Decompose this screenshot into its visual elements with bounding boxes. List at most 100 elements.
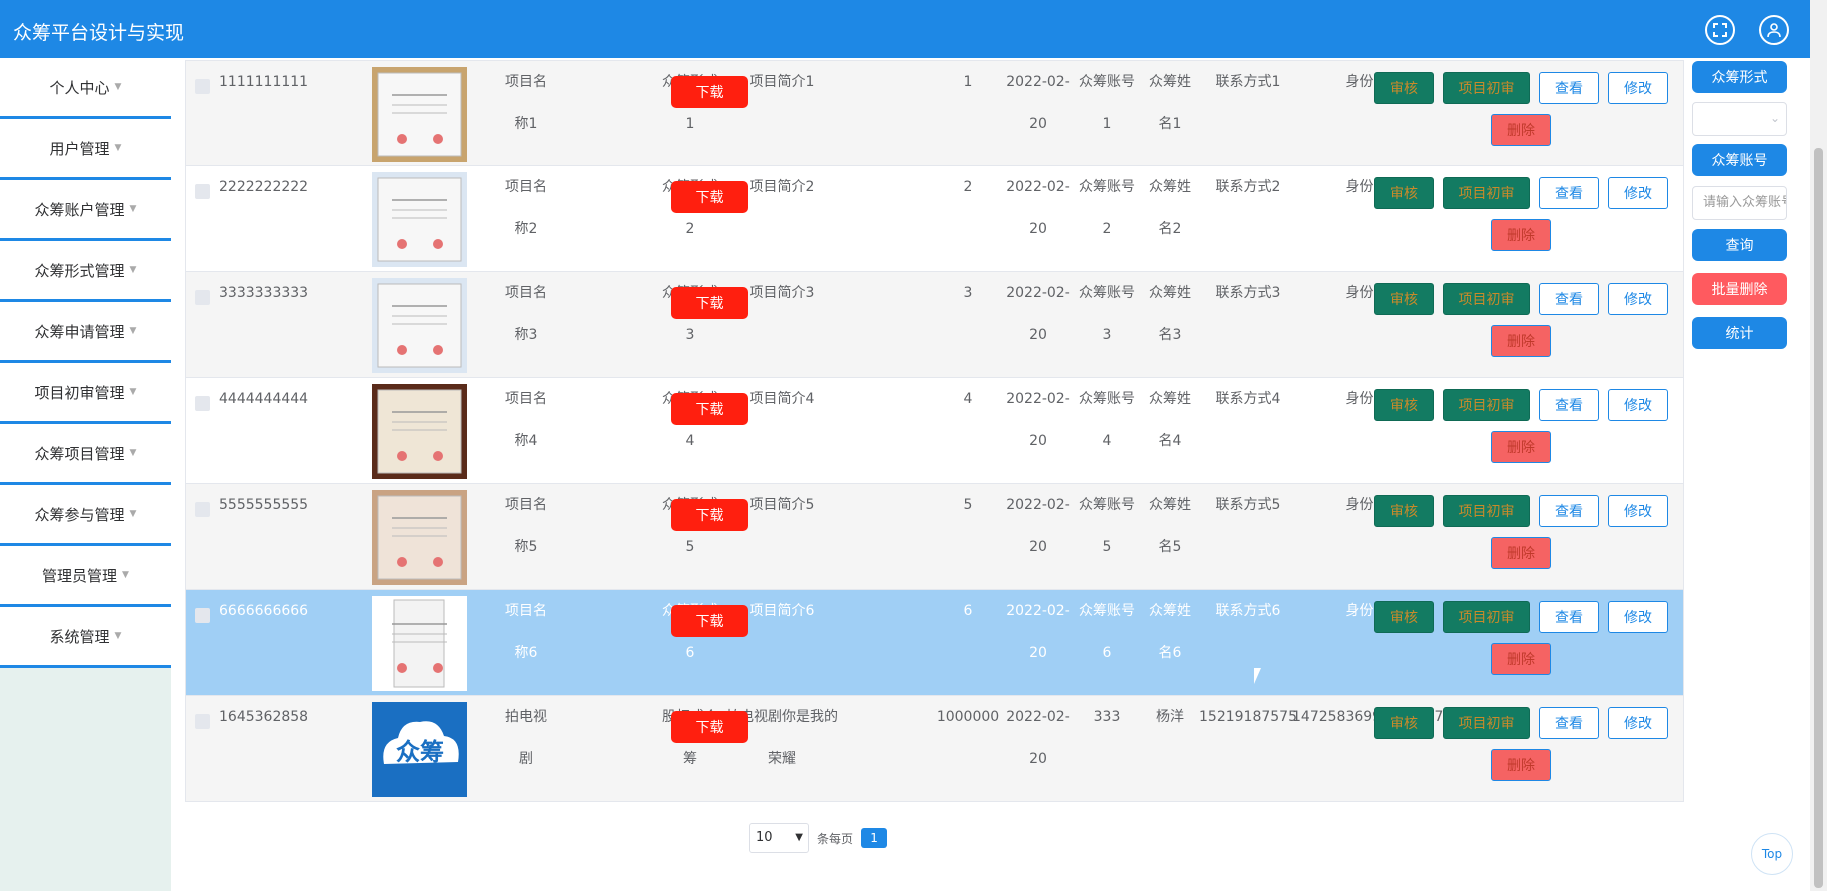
cell-name1: 项目名 [505, 179, 547, 195]
sidebar-item[interactable]: 管理员管理 ▼ [0, 546, 171, 607]
cell-acct1: 众筹账号 [1079, 285, 1135, 301]
table-row[interactable]: 4444444444项目名称4众筹形式4项目简介442022-02-20众筹账号… [185, 378, 1684, 484]
sidebar-item[interactable]: 系统管理 ▼ [0, 607, 171, 668]
page-number-current[interactable]: 1 [861, 828, 888, 848]
edit-button[interactable]: 修改 [1608, 72, 1668, 104]
sidebar-item[interactable]: 众筹项目管理 ▼ [0, 424, 171, 485]
view-button[interactable]: 查看 [1539, 601, 1599, 633]
initial-review-button[interactable]: 项目初审 [1443, 601, 1530, 633]
sidebar-item[interactable]: 众筹参与管理 ▼ [0, 485, 171, 546]
delete-button[interactable]: 删除 [1491, 643, 1551, 675]
sidebar-item[interactable]: 众筹申请管理 ▼ [0, 302, 171, 363]
cell-acct1: 众筹账号 [1079, 497, 1135, 513]
stats-button[interactable]: 统计 [1692, 317, 1787, 349]
audit-button[interactable]: 审核 [1374, 72, 1434, 104]
audit-button[interactable]: 审核 [1374, 283, 1434, 315]
cell-date1: 2022-02- [1006, 603, 1070, 619]
sidebar-item[interactable]: 个人中心 ▼ [0, 58, 171, 119]
delete-button[interactable]: 删除 [1491, 537, 1551, 569]
scrollbar-thumb[interactable] [1814, 148, 1823, 888]
download-button[interactable]: 下载 [671, 181, 748, 213]
certificate-image [372, 596, 467, 691]
row-checkbox[interactable] [195, 396, 210, 411]
edit-button[interactable]: 修改 [1608, 389, 1668, 421]
delete-button[interactable]: 删除 [1491, 219, 1551, 251]
view-button[interactable]: 查看 [1539, 495, 1599, 527]
query-button[interactable]: 查询 [1692, 229, 1787, 261]
form-filter-button[interactable]: 众筹形式 [1692, 61, 1787, 93]
cell-name2: 称3 [514, 327, 538, 343]
cell-acct2: 2 [1102, 221, 1112, 237]
cell-date2: 20 [1029, 116, 1047, 132]
sidebar-item[interactable]: 用户管理 ▼ [0, 119, 171, 180]
view-button[interactable]: 查看 [1539, 389, 1599, 421]
fullscreen-icon[interactable] [1705, 15, 1735, 45]
batch-delete-button[interactable]: 批量删除 [1692, 273, 1787, 305]
page-size-select[interactable]: 10 ▼ [749, 823, 809, 853]
user-icon[interactable] [1759, 15, 1789, 45]
edit-button[interactable]: 修改 [1608, 495, 1668, 527]
sidebar-item[interactable]: 众筹形式管理 ▼ [0, 241, 171, 302]
download-button[interactable]: 下载 [671, 499, 748, 531]
row-checkbox[interactable] [195, 502, 210, 517]
delete-button[interactable]: 删除 [1491, 749, 1551, 781]
sidebar-item[interactable]: 众筹账户管理 ▼ [0, 180, 171, 241]
audit-button[interactable]: 审核 [1374, 601, 1434, 633]
form-select[interactable]: ⌄ [1692, 102, 1787, 136]
download-button[interactable]: 下载 [671, 287, 748, 319]
table-row[interactable]: 3333333333项目名称3众筹形式3项目简介332022-02-20众筹账号… [185, 272, 1684, 378]
audit-button[interactable]: 审核 [1374, 495, 1434, 527]
edit-button[interactable]: 修改 [1608, 283, 1668, 315]
row-checkbox[interactable] [195, 714, 210, 729]
download-button[interactable]: 下载 [671, 76, 748, 108]
row-checkbox[interactable] [195, 184, 210, 199]
table-row[interactable]: 5555555555项目名称5众筹形式5项目简介552022-02-20众筹账号… [185, 484, 1684, 590]
cell-date1: 2022-02- [1006, 179, 1070, 195]
initial-review-button[interactable]: 项目初审 [1443, 389, 1530, 421]
initial-review-button[interactable]: 项目初审 [1443, 495, 1530, 527]
cell-name1: 项目名 [505, 497, 547, 513]
download-button[interactable]: 下载 [671, 393, 748, 425]
table-row[interactable]: 6666666666项目名称6众筹形式6项目简介662022-02-20众筹账号… [185, 590, 1684, 696]
edit-button[interactable]: 修改 [1608, 601, 1668, 633]
row-checkbox[interactable] [195, 290, 210, 305]
delete-button[interactable]: 删除 [1491, 431, 1551, 463]
audit-button[interactable]: 审核 [1374, 707, 1434, 739]
view-button[interactable]: 查看 [1539, 177, 1599, 209]
sidebar-item-label: 众筹项目管理 [34, 444, 125, 463]
cell-form2: 1 [685, 116, 695, 132]
sidebar-item[interactable]: 项目初审管理 ▼ [0, 363, 171, 424]
initial-review-button[interactable]: 项目初审 [1443, 707, 1530, 739]
edit-button[interactable]: 修改 [1608, 177, 1668, 209]
cell-name2: 称5 [514, 539, 538, 555]
table-row[interactable]: 1111111111项目名称1众筹形式1项目简介112022-02-20众筹账号… [185, 60, 1684, 166]
initial-review-button[interactable]: 项目初审 [1443, 283, 1530, 315]
initial-review-button[interactable]: 项目初审 [1443, 177, 1530, 209]
delete-button[interactable]: 删除 [1491, 114, 1551, 146]
search-input[interactable]: 请输入众筹账号 [1692, 186, 1787, 220]
page-size-value: 10 [756, 830, 773, 845]
download-button[interactable]: 下载 [671, 711, 748, 743]
edit-button[interactable]: 修改 [1608, 707, 1668, 739]
audit-button[interactable]: 审核 [1374, 389, 1434, 421]
initial-review-button[interactable]: 项目初审 [1443, 72, 1530, 104]
view-button[interactable]: 查看 [1539, 283, 1599, 315]
cell-form2: 4 [685, 433, 695, 449]
back-to-top-button[interactable]: Top [1751, 833, 1793, 875]
cell-name1: 项目名 [505, 285, 547, 301]
table-row[interactable]: 2222222222项目名称2众筹形式2项目简介222022-02-20众筹账号… [185, 166, 1684, 272]
row-checkbox[interactable] [195, 79, 210, 94]
delete-button[interactable]: 删除 [1491, 325, 1551, 357]
cell-person2: 名6 [1158, 645, 1182, 661]
row-checkbox[interactable] [195, 608, 210, 623]
audit-button[interactable]: 审核 [1374, 177, 1434, 209]
scrollbar[interactable] [1810, 0, 1827, 891]
cell-acct1: 333 [1093, 709, 1121, 725]
view-button[interactable]: 查看 [1539, 707, 1599, 739]
download-button[interactable]: 下载 [671, 605, 748, 637]
cell-intro2: 荣耀 [768, 751, 796, 767]
table-row[interactable]: 1645362858拍电视剧股权式众筹拍电视剧你是我的荣耀10000002022… [185, 696, 1684, 802]
account-filter-button[interactable]: 众筹账号 [1692, 144, 1787, 176]
view-button[interactable]: 查看 [1539, 72, 1599, 104]
cell-date2: 20 [1029, 433, 1047, 449]
